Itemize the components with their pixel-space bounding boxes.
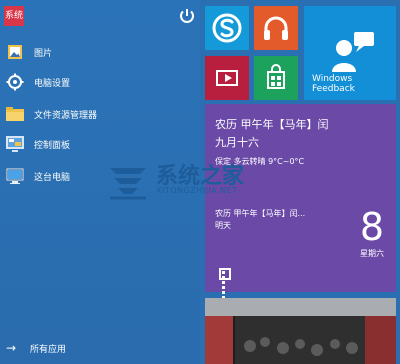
calendar-icon [219,268,231,299]
windows-feedback-label: Windows Feedback [312,74,355,94]
headphones-icon [264,16,288,40]
tile-music[interactable] [254,6,298,50]
menu-item-label: 电脑设置 [34,78,71,89]
skype-icon [212,13,242,43]
menu-item-pc-settings[interactable]: 电脑设置 [4,68,194,96]
tile-video[interactable] [205,56,249,100]
tile-photo-preview[interactable] [205,298,396,364]
calendar-lunar-line-1: 农历 甲午年【马年】闰 [215,118,329,131]
menu-item-label: 文件资源管理器 [34,110,98,121]
watermark-subtitle: XITONGZHIJIA.NET [156,186,238,195]
tile-skype[interactable] [205,6,249,50]
menu-item-file-explorer[interactable]: 文件资源管理器 [4,100,194,128]
arrow-right-icon: → [6,341,17,355]
feedback-line-1: Windows [312,74,353,84]
menu-item-control-panel[interactable]: 控制面板 [4,130,194,158]
this-pc-icon [4,165,26,187]
store-icon [267,64,285,89]
calendar-day-number: 8 [359,205,384,249]
menu-item-label: 控制面板 [34,140,71,151]
feedback-line-2: Feedback [312,84,355,94]
photos-icon [4,41,26,63]
control-panel-icon [4,133,26,155]
menu-item-label: 这台电脑 [34,172,71,183]
menu-item-photos[interactable]: 图片 [4,38,194,66]
all-apps-button[interactable]: → 所有应用 [6,338,196,358]
calendar-weekday: 星期六 [360,249,384,258]
calendar-small-line-2: 明天 [215,221,231,230]
power-icon[interactable] [178,7,196,25]
calendar-lunar-line-2: 九月十六 [215,136,259,149]
user-avatar-text: 系统 [4,10,23,21]
all-apps-label: 所有应用 [30,344,67,355]
menu-item-label: 图片 [34,48,53,59]
user-avatar[interactable]: 系统 [4,6,24,26]
photo-image [205,298,396,364]
video-icon [216,70,238,86]
tile-store[interactable] [254,56,298,100]
tile-windows-feedback[interactable]: Windows Feedback [304,6,396,100]
watermark-logo-icon [110,168,146,200]
watermark: 系统之家 XITONGZHIJIA.NET [104,156,288,208]
file-explorer-icon [4,103,26,125]
settings-gear-icon [4,71,26,93]
calendar-small-line-1: 农历 甲午年【马年】闰... [215,209,306,218]
